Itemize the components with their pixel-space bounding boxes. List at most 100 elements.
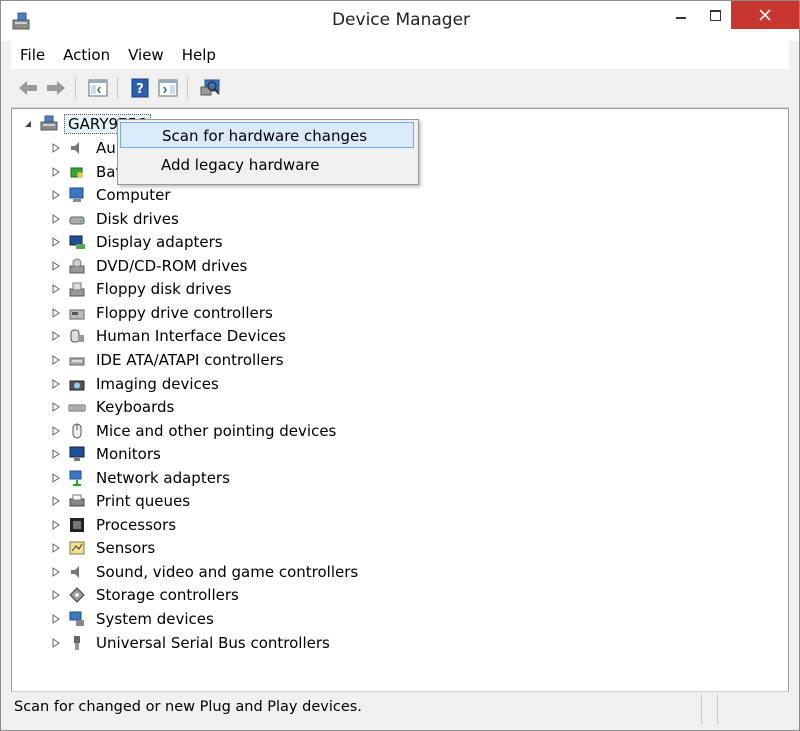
computer-root-icon (40, 115, 58, 131)
system-device-icon (69, 611, 84, 626)
close-icon (759, 9, 771, 21)
tree-node-label: Processors (96, 515, 177, 534)
toolbar: ? (11, 69, 789, 108)
tree-node-label: Sound, video and game controllers (96, 562, 359, 581)
tree-node-label: Floppy disk drives (96, 280, 232, 299)
keyboard-icon (68, 404, 86, 412)
expand-arrow-icon[interactable] (52, 166, 60, 177)
context-item-add-legacy-hardware[interactable]: Add legacy hardware (120, 152, 414, 178)
device-manager-window: Device Manager File Action View Help ? G… (0, 0, 800, 731)
monitor-icon (69, 446, 85, 462)
tree-node-label: System devices (96, 610, 214, 628)
expand-arrow-icon[interactable] (52, 425, 60, 436)
expand-arrow-icon[interactable] (52, 614, 60, 624)
ide-controller-icon (69, 357, 85, 366)
menu-view[interactable]: View (119, 41, 173, 69)
tree-node-label: Floppy drive controllers (96, 303, 273, 322)
expand-arrow-icon[interactable] (52, 496, 60, 507)
tree-node-label: IDE ATA/ATAPI controllers (96, 350, 284, 369)
tree-node-label: Keyboards (96, 398, 175, 417)
expand-arrow-icon[interactable] (52, 307, 60, 318)
expand-arrow-icon[interactable] (52, 637, 60, 648)
title-bar[interactable]: Device Manager (1, 1, 799, 41)
status-bar: Scan for changed or new Plug and Play de… (11, 691, 789, 730)
tree-node-label: Storage controllers (96, 586, 239, 605)
display-adapter-icon (69, 235, 85, 250)
tree-node-label: Human Interface Devices (96, 327, 286, 346)
expand-arrow-icon[interactable] (52, 237, 60, 248)
scan-hardware-icon (200, 79, 220, 96)
menu-file[interactable]: File (11, 41, 54, 69)
tree-node-label: Monitors (96, 445, 161, 464)
battery-icon (70, 167, 83, 178)
tree-node-label: Imaging devices (96, 374, 219, 393)
forward-button[interactable] (45, 77, 67, 99)
expand-arrow-icon[interactable] (52, 378, 60, 389)
sound-icon (71, 565, 79, 578)
expand-arrow-icon[interactable] (52, 355, 60, 365)
status-text: Scan for changed or new Plug and Play de… (14, 699, 362, 715)
tree-node-label: Print queues (96, 492, 191, 511)
help-button[interactable]: ? (129, 77, 151, 99)
mouse-icon (72, 423, 82, 439)
expand-arrow-icon[interactable] (52, 402, 60, 412)
expand-arrow-icon[interactable] (52, 449, 60, 460)
sensor-icon (69, 541, 85, 555)
back-button[interactable] (17, 77, 39, 99)
expand-arrow-icon[interactable] (52, 472, 60, 483)
scan-hardware-button[interactable] (199, 77, 221, 99)
tree-node-label: Mice and other pointing devices (96, 421, 337, 440)
svg-text:?: ? (136, 82, 144, 97)
collapse-arrow-icon[interactable] (24, 119, 32, 129)
console-tree-icon (88, 79, 108, 97)
expand-arrow-icon[interactable] (52, 213, 60, 224)
expand-arrow-icon[interactable] (52, 543, 60, 554)
menu-bar: File Action View Help (11, 41, 789, 69)
context-item-scan-hardware[interactable]: Scan for hardware changes (120, 122, 414, 148)
device-tree[interactable]: GARY9756 Au Bat Computer Disk drives Display… (11, 108, 789, 692)
printer-icon (69, 494, 85, 507)
tree-node-label: Sensors (96, 539, 156, 558)
network-adapter-icon (69, 470, 82, 486)
status-divider (717, 694, 718, 724)
minimize-icon (676, 17, 686, 19)
floppy-controller-icon (69, 309, 85, 320)
context-menu: Scan for hardware changes Add legacy har… (117, 119, 419, 185)
menu-help[interactable]: Help (173, 41, 225, 69)
back-icon (19, 81, 37, 95)
toolbar-separator (75, 77, 76, 99)
expand-arrow-icon[interactable] (52, 143, 60, 153)
show-hide-console-tree-button[interactable] (87, 77, 109, 99)
expand-arrow-icon[interactable] (52, 331, 60, 342)
expand-arrow-icon[interactable] (52, 260, 60, 271)
tree-node-label: DVD/CD-ROM drives (96, 256, 248, 275)
usb-icon (74, 635, 80, 650)
expand-arrow-icon[interactable] (52, 190, 60, 201)
context-item-label: Scan for hardware changes (162, 127, 368, 145)
disk-drive-icon (69, 216, 85, 225)
tree-node-label: Disk drives (96, 209, 179, 228)
storage-controller-icon (69, 587, 85, 604)
computer-icon (69, 187, 84, 203)
expand-arrow-icon[interactable] (52, 519, 60, 530)
tree-node-label: Display adapters (96, 233, 223, 252)
close-button[interactable] (731, 1, 799, 29)
expand-arrow-icon[interactable] (52, 590, 60, 601)
tree-node-label: Computer (96, 186, 171, 205)
expand-arrow-icon[interactable] (52, 284, 60, 295)
processor-icon (70, 517, 84, 532)
maximize-button[interactable] (700, 1, 730, 29)
hid-icon (70, 329, 84, 343)
show-hide-action-pane-button[interactable] (157, 77, 179, 99)
expand-arrow-icon[interactable] (52, 566, 60, 577)
tree-node-label: Au (96, 139, 116, 157)
menu-action[interactable]: Action (54, 41, 119, 69)
imaging-device-icon (69, 380, 85, 390)
maximize-icon (709, 9, 721, 21)
minimize-button[interactable] (662, 1, 700, 29)
help-icon: ? (131, 78, 149, 98)
tree-node-label: Network adapters (96, 468, 230, 487)
audio-icon (71, 142, 79, 154)
context-item-label: Add legacy hardware (161, 156, 320, 174)
dvd-drive-icon (69, 258, 85, 274)
